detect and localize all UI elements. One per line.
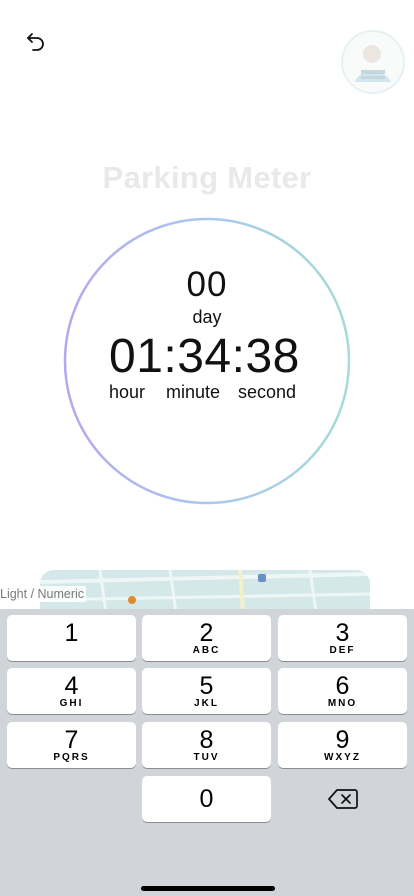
home-indicator[interactable] — [141, 886, 275, 891]
key-letters: GHI — [59, 698, 84, 709]
time-value: 01:34:38 — [109, 330, 300, 383]
key-letters: TUV — [193, 752, 220, 763]
key-6[interactable]: 6 MNO — [278, 668, 407, 714]
user-avatar-icon — [341, 30, 405, 94]
key-digit: 5 — [199, 672, 214, 700]
key-digit: 2 — [199, 619, 214, 647]
key-digit: 0 — [199, 785, 214, 813]
page-title: Parking Meter — [102, 160, 312, 195]
key-digit: 3 — [335, 619, 350, 647]
keyboard-style-label: Light / Numeric — [0, 586, 87, 602]
key-digit: 7 — [64, 726, 79, 754]
hour-label: hour — [109, 382, 146, 402]
key-digit: 8 — [199, 726, 214, 754]
key-letters: MNO — [327, 698, 358, 709]
key-letters: JKL — [194, 698, 219, 709]
key-letters: ABC — [192, 645, 221, 656]
backspace-icon — [327, 789, 358, 809]
delete-key[interactable] — [278, 776, 407, 822]
key-4[interactable]: 4 GHI — [7, 668, 136, 714]
day-label: day — [192, 307, 222, 327]
undo-arrow-icon — [27, 33, 44, 51]
key-7[interactable]: 7 PQRS — [7, 722, 136, 768]
back-button[interactable] — [22, 28, 50, 56]
key-0[interactable]: 0 — [142, 776, 271, 822]
key-letters: DEF — [329, 645, 356, 656]
key-3[interactable]: 3 DEF — [278, 615, 407, 661]
day-value: 00 — [186, 265, 228, 304]
key-letters: WXYZ — [324, 752, 361, 763]
user-avatar[interactable] — [341, 30, 405, 94]
key-1[interactable]: 1 — [7, 615, 136, 661]
key-5[interactable]: 5 JKL — [142, 668, 271, 714]
key-digit: 9 — [335, 726, 350, 754]
key-8[interactable]: 8 TUV — [142, 722, 271, 768]
key-digit: 6 — [335, 672, 350, 700]
key-digit: 1 — [64, 619, 79, 647]
key-2[interactable]: 2 ABC — [142, 615, 271, 661]
countdown-timer: 00 day 01:34:38 hour minute second — [63, 217, 351, 505]
minute-label: minute — [166, 382, 221, 402]
key-letters: PQRS — [53, 752, 90, 763]
key-9[interactable]: 9 WXYZ — [278, 722, 407, 768]
key-digit: 4 — [64, 672, 79, 700]
second-label: second — [238, 382, 297, 402]
